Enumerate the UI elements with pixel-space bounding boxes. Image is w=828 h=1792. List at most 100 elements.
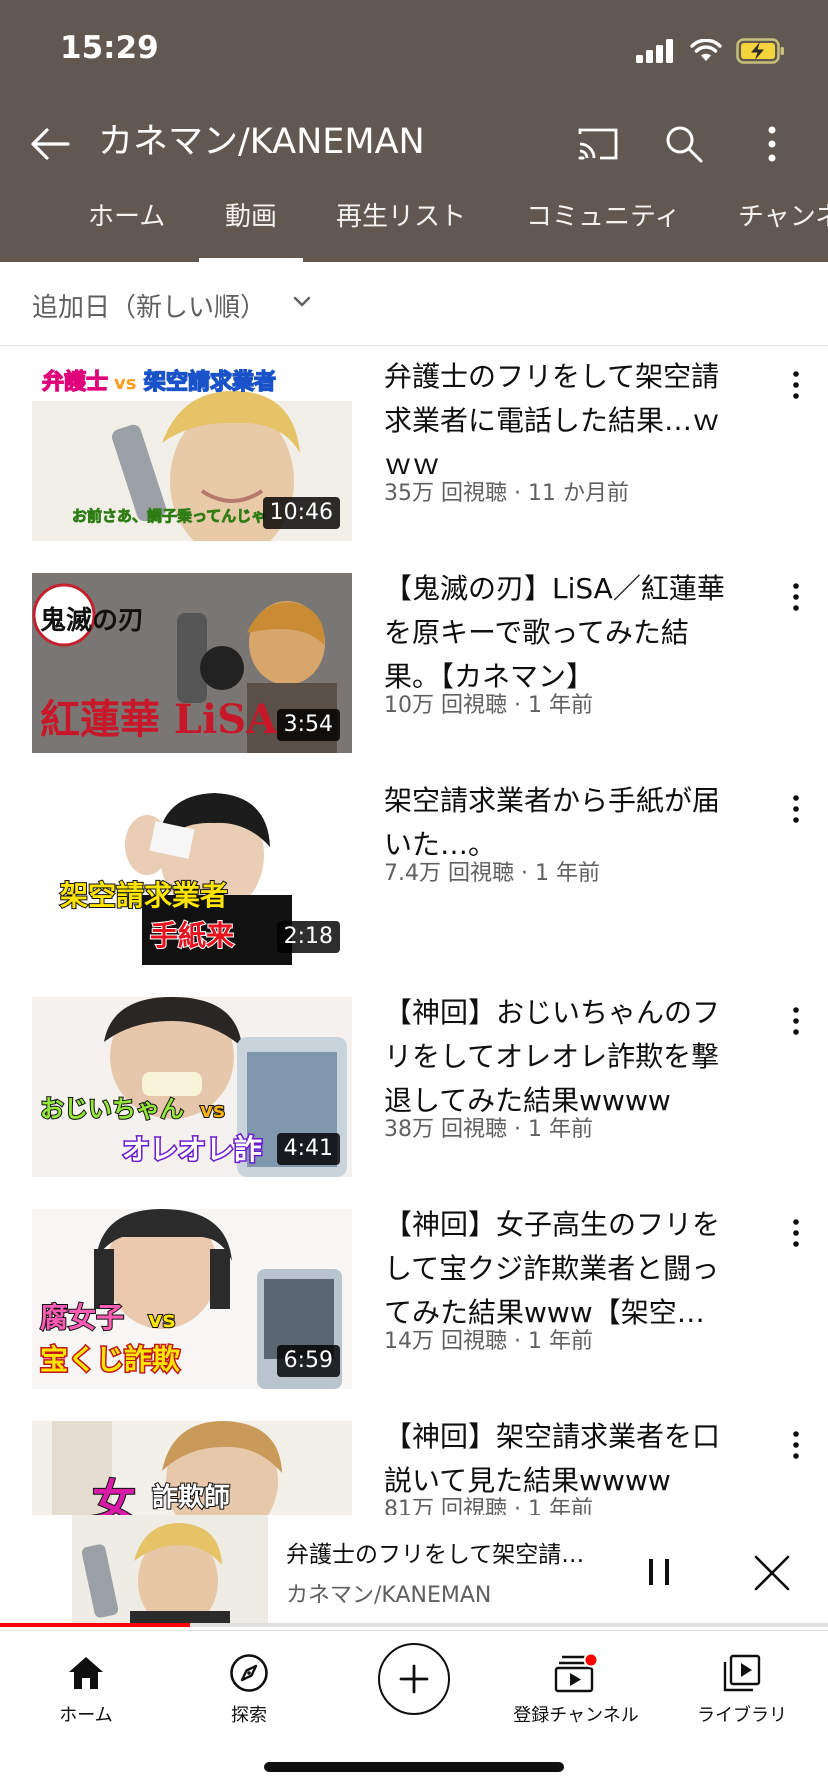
create-icon <box>399 1664 429 1694</box>
more-vertical-icon <box>793 1219 799 1247</box>
video-meta: 14万 回視聴 · 1 年前 <box>384 1329 593 1354</box>
video-title[interactable]: 【神回】おじいちゃんのフ リをしてオレオレ詐欺を撃 退してみた結果wwww <box>384 991 770 1123</box>
video-title-line: 【神回】おじいちゃんのフ <box>384 996 721 1029</box>
video-title-line: 【神回】女子高生のフリを <box>384 1208 721 1241</box>
thumb-text-line1: 女 <box>92 1476 136 1515</box>
channel-title: カネマン/KANEMAN <box>98 122 425 162</box>
more-vertical-icon <box>793 1007 799 1035</box>
video-duration: 2:18 <box>276 921 340 953</box>
video-more-button[interactable] <box>778 787 814 835</box>
mini-player-title[interactable]: 弁護士のフリをして架空請… <box>286 1535 606 1569</box>
back-button[interactable] <box>24 118 76 170</box>
nav-label: 探索 <box>231 1705 267 1726</box>
video-duration: 4:41 <box>276 1133 340 1165</box>
video-thumbnail[interactable]: 鬼滅の刃 紅蓮華 LiSA 3:54 <box>32 573 352 753</box>
video-thumbnail[interactable]: 女 詐欺師 <box>32 1421 352 1515</box>
more-vertical-icon <box>793 1431 799 1459</box>
video-more-button[interactable] <box>778 363 814 411</box>
video-more-button[interactable] <box>778 1423 814 1471</box>
close-button[interactable] <box>744 1545 800 1601</box>
nav-explore[interactable]: 探索 <box>169 1641 329 1733</box>
video-item[interactable]: おじいちゃん vs オレオレ詐 4:41 【神回】おじいちゃんのフ リをしてオレ… <box>0 983 828 1195</box>
sort-label[interactable]: 追加日（新しい順） <box>32 287 266 324</box>
video-meta: 35万 回視聴 · 11 か月前 <box>384 481 629 506</box>
mini-player-progress <box>0 1623 190 1627</box>
search-button[interactable] <box>656 116 712 172</box>
video-list: 弁護士 vs 架空請求業者 お前さあ、調子乗ってんじゃ 10:46 弁護士のフリ… <box>0 347 828 1515</box>
nav-subscriptions[interactable]: 登録チャンネル <box>496 1641 656 1733</box>
status-bar: 15:29 <box>0 0 828 100</box>
video-title-line: 求業者に電話した結果…ｗ <box>384 404 721 437</box>
video-item[interactable]: 弁護士 vs 架空請求業者 お前さあ、調子乗ってんじゃ 10:46 弁護士のフリ… <box>0 347 828 559</box>
mini-player-thumbnail[interactable] <box>0 1515 268 1625</box>
video-more-button[interactable] <box>778 1211 814 1259</box>
video-thumbnail[interactable]: 弁護士 vs 架空請求業者 お前さあ、調子乗ってんじゃ 10:46 <box>32 361 352 541</box>
nav-library[interactable]: ライブラリ <box>662 1641 822 1733</box>
tab-videos[interactable]: 動画 <box>198 200 304 262</box>
back-arrow-icon <box>31 128 70 160</box>
video-item[interactable]: 架空請求業者 手紙来 2:18 架空請求業者から手紙が届 いた…。 7.4万 回… <box>0 771 828 983</box>
signal-icon <box>636 39 673 63</box>
thumb-text-caption: 紅蓮華 LiSA <box>40 696 278 743</box>
nav-home[interactable]: ホーム <box>6 1641 166 1733</box>
video-item[interactable]: 鬼滅の刃 紅蓮華 LiSA 3:54 【鬼滅の刃】LiSA／紅蓮華 を原キーで歌… <box>0 559 828 771</box>
pause-icon <box>649 1559 669 1585</box>
tab-home[interactable]: ホーム <box>88 200 165 262</box>
thumb-text-vs: vs <box>200 1098 225 1122</box>
video-title[interactable]: 架空請求業者から手紙が届 いた…。 <box>384 779 770 867</box>
nav-label: 登録チャンネル <box>513 1705 639 1726</box>
cast-button[interactable] <box>570 116 626 172</box>
channel-header: 15:29 カネマン/KANEMAN ホーム 動画 再生リスト コミュニティ チ… <box>0 0 828 262</box>
video-meta: 81万 回視聴 · 1 年前 <box>384 1497 593 1515</box>
create-button[interactable] <box>378 1643 450 1715</box>
video-item[interactable]: 女 詐欺師 【神回】架空請求業者を口 説いて見た結果wwww 81万 回視聴 ·… <box>0 1407 828 1515</box>
more-options-button[interactable] <box>746 116 798 172</box>
tab-community[interactable]: コミュニティ <box>526 200 680 262</box>
video-thumbnail[interactable]: 腐女子 vs 宝くじ詐欺 6:59 <box>32 1209 352 1389</box>
video-title[interactable]: 【神回】架空請求業者を口 説いて見た結果wwww <box>384 1415 770 1503</box>
more-vertical-icon <box>793 583 799 611</box>
thumb-text-scammer: 架空請求業者 <box>144 369 276 395</box>
thumb-text-vs: vs <box>114 373 136 394</box>
thumb-text-line1: 腐女子 <box>40 1301 124 1334</box>
video-item[interactable]: 腐女子 vs 宝くじ詐欺 6:59 【神回】女子高生のフリを して宝クジ詐欺業者… <box>0 1195 828 1407</box>
video-thumbnail[interactable]: 架空請求業者 手紙来 2:18 <box>32 785 352 965</box>
video-title[interactable]: 弁護士のフリをして架空請 求業者に電話した結果…ｗ ｗｗ <box>384 355 770 487</box>
mini-player-channel: カネマン/KANEMAN <box>286 1583 492 1608</box>
video-more-button[interactable] <box>778 575 814 623</box>
thumb-text-logo: 鬼滅の刃 <box>40 605 144 636</box>
video-title[interactable]: 【鬼滅の刃】LiSA／紅蓮華 を原キーで歌ってみた結 果。【カネマン】 <box>384 567 770 699</box>
thumb-text-line2: 手紙来 <box>150 919 234 952</box>
channel-tabs: ホーム 動画 再生リスト コミュニティ チャンネル <box>0 200 828 262</box>
subscriptions-icon <box>554 1651 598 1695</box>
app-bar: カネマン/KANEMAN <box>0 100 828 200</box>
video-thumbnail[interactable]: おじいちゃん vs オレオレ詐 4:41 <box>32 997 352 1177</box>
video-meta: 10万 回視聴 · 1 年前 <box>384 693 593 718</box>
pause-button[interactable] <box>632 1545 686 1599</box>
thumbnail-overlay: 女 詐欺師 <box>91 1475 231 1515</box>
thumb-text-line1: おじいちゃん <box>40 1095 184 1123</box>
tab-channels[interactable]: チャンネル <box>738 200 828 262</box>
more-vertical-icon <box>793 371 799 399</box>
sort-bar[interactable]: 追加日（新しい順） <box>0 262 828 346</box>
more-vertical-icon <box>768 126 776 162</box>
more-vertical-icon <box>793 795 799 823</box>
video-title-line: 【鬼滅の刃】LiSA／紅蓮華 <box>384 572 725 605</box>
library-icon <box>720 1651 764 1695</box>
video-title-line: 【神回】架空請求業者を口 <box>384 1420 721 1453</box>
mini-player[interactable]: 弁護士のフリをして架空請… カネマン/KANEMAN <box>0 1515 828 1630</box>
video-title[interactable]: 【神回】女子高生のフリを して宝クジ詐欺業者と闘っ てみた結果www【架空… <box>384 1203 770 1335</box>
nav-label: ライブラリ <box>697 1705 787 1726</box>
thumb-text-line2: 詐欺師 <box>152 1482 230 1513</box>
close-icon <box>754 1555 790 1591</box>
tab-playlists[interactable]: 再生リスト <box>336 200 466 262</box>
thumb-text-caption: お前さあ、調子乗ってんじゃ <box>72 507 266 525</box>
battery-icon <box>736 38 784 64</box>
cast-icon <box>578 128 618 160</box>
video-duration: 6:59 <box>276 1345 340 1377</box>
chevron-down-icon[interactable] <box>290 290 314 314</box>
video-title-line: リをしてオレオレ詐欺を撃 <box>384 1040 720 1073</box>
video-duration: 10:46 <box>262 497 340 529</box>
home-icon <box>64 1651 108 1695</box>
video-more-button[interactable] <box>778 999 814 1047</box>
